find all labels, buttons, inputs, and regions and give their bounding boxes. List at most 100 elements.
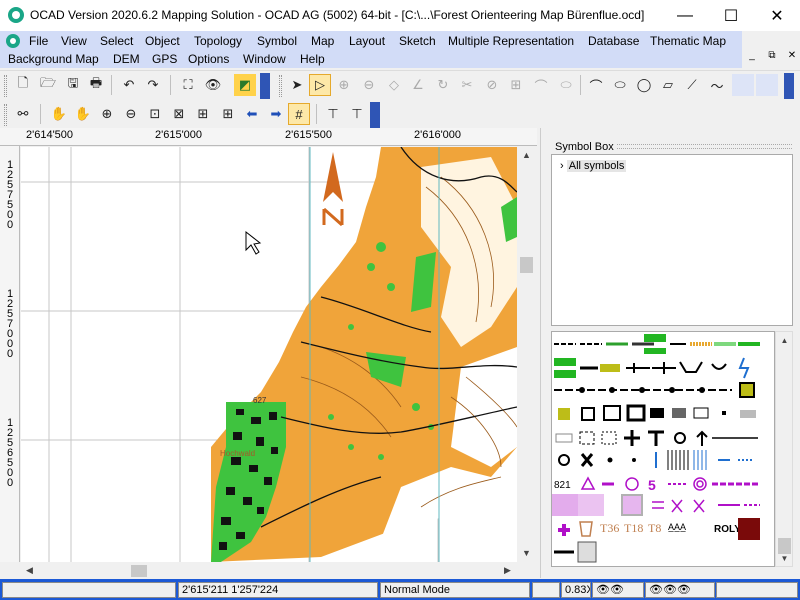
scroll-down-arrow-icon[interactable]: ▼ (518, 545, 535, 562)
print-icon[interactable]: 🖶 (85, 74, 107, 96)
toolbar-grip[interactable] (279, 75, 282, 97)
toolbar-grip[interactable] (4, 75, 7, 97)
layers-icon[interactable]: ◩ (234, 74, 256, 96)
ocad-app-icon[interactable] (8, 7, 24, 23)
menu-sketch[interactable]: Sketch (398, 32, 437, 50)
table2-icon[interactable]: ⊤ (346, 103, 368, 125)
new-file-icon[interactable]: 🗋 (12, 74, 34, 96)
pan-hand2-icon[interactable]: ✋ (72, 103, 94, 125)
zoom-in-icon[interactable]: ⊕ (96, 103, 118, 125)
symbol-purple-triangle (580, 476, 596, 490)
cut-icon[interactable]: ✂ (456, 74, 478, 96)
tree-node-label: All symbols (566, 160, 627, 172)
table-icon[interactable]: ⊤ (322, 103, 344, 125)
mdi-controls: _ ⧉ ✕ (742, 48, 800, 68)
menu-layout[interactable]: Layout (348, 32, 386, 50)
grid-icon[interactable]: # (288, 103, 310, 125)
tree-node-all-symbols[interactable]: › All symbols (560, 160, 627, 172)
scroll-up-arrow-icon[interactable]: ▲ (518, 147, 535, 164)
menu-view[interactable]: View (60, 32, 88, 50)
map-canvas[interactable]: 627 Hochwald (21, 147, 517, 562)
rectangle-icon[interactable]: ▱ (657, 74, 679, 96)
cut-hole-icon[interactable]: ⊘ (481, 74, 503, 96)
fullscreen-icon[interactable]: ⛶ (177, 74, 199, 96)
menu-thematic-map[interactable]: Thematic Map (649, 32, 727, 50)
edit-object-icon[interactable]: ▷ (309, 74, 331, 96)
freehand-icon[interactable]: 〜 (706, 74, 728, 96)
close-button[interactable]: ✕ (754, 0, 800, 31)
toolbar-extra2-icon[interactable] (756, 74, 778, 96)
ruler-x-label: 2'616'000 (414, 129, 462, 141)
menu-map[interactable]: Map (310, 32, 335, 50)
symbol-dot (632, 458, 636, 462)
menu-window[interactable]: Window (242, 50, 287, 68)
binoculars-icon[interactable]: ⚯ (12, 103, 34, 125)
scroll-right-arrow-icon[interactable]: ▶ (499, 562, 516, 579)
toolbar-overflow-button[interactable] (370, 102, 380, 128)
undo-icon[interactable]: ↶ (118, 74, 140, 96)
rotate-icon[interactable]: ↻ (432, 74, 454, 96)
pan-hand-icon[interactable]: ✋ (48, 103, 70, 125)
menu-gps[interactable]: GPS (151, 50, 178, 68)
north-arrow (322, 152, 344, 227)
menu-select[interactable]: Select (99, 32, 134, 50)
panel-grip[interactable] (617, 144, 792, 149)
back-arrow-icon[interactable]: ⬅ (241, 103, 263, 125)
mdi-restore-button[interactable]: ⧉ (764, 50, 780, 64)
menu-database[interactable]: Database (587, 32, 640, 50)
move-vertex-icon[interactable]: ◇ (383, 74, 405, 96)
toolbar-overflow-button[interactable] (260, 73, 270, 99)
save-icon[interactable]: 🖫 (62, 74, 84, 96)
map-vertical-scrollbar[interactable]: ▲ ▼ (517, 147, 537, 562)
toolbar-grip[interactable] (4, 104, 7, 126)
symbol-building-thick (626, 404, 646, 422)
mdi-minimize-button[interactable]: _ (744, 50, 760, 64)
status-view-toggles[interactable]: 👁👁 (592, 582, 644, 598)
ellipse-icon[interactable]: ⬭ (609, 74, 631, 96)
merge-icon[interactable]: ⊞ (505, 74, 527, 96)
menu-options[interactable]: Options (187, 50, 230, 68)
maximize-button[interactable]: ☐ (708, 0, 754, 31)
menu-multiple-representation[interactable]: Multiple Representation (447, 32, 575, 50)
symbol-purple-double-line (652, 501, 664, 509)
symbol-grid-drawing: 821 5 T36 T18 T8 A̲A̲A̲ ROLY (552, 334, 760, 563)
menu-topology[interactable]: Topology (193, 32, 243, 50)
menu-symbol[interactable]: Symbol (256, 32, 298, 50)
menu-dem[interactable]: DEM (112, 50, 141, 68)
pointer-icon[interactable]: ➤ (286, 74, 308, 96)
redo-icon[interactable]: ↷ (142, 74, 164, 96)
forward-arrow-icon[interactable]: ➡ (265, 103, 287, 125)
menu-file[interactable]: File (28, 32, 49, 50)
toolbar-overflow-button[interactable] (784, 73, 794, 99)
zoom-out-icon[interactable]: ⊖ (120, 103, 142, 125)
status-layer-toggles[interactable]: 👁👁👁 (645, 582, 715, 598)
add-vertex-icon[interactable]: ⊕ (333, 74, 355, 96)
scrollbar-thumb[interactable] (520, 257, 533, 273)
straight-corner-icon[interactable]: ∠ (407, 74, 429, 96)
scroll-left-arrow-icon[interactable]: ◀ (21, 562, 38, 579)
menu-help[interactable]: Help (299, 50, 326, 68)
circle-icon[interactable]: ◯ (633, 74, 655, 96)
curve-icon[interactable]: ⌒ (585, 74, 607, 96)
zoom-fit-icon[interactable]: ⊠ (168, 103, 190, 125)
zoom-page-icon[interactable]: ⊞ (217, 103, 239, 125)
symbol-grid-scrollbar[interactable]: ▲ ▼ (775, 331, 793, 567)
minimize-button[interactable]: — (662, 0, 708, 31)
menu-background-map[interactable]: Background Map (7, 50, 100, 68)
zoom-window-icon[interactable]: ⊡ (144, 103, 166, 125)
remove-vertex-icon[interactable]: ⊖ (358, 74, 380, 96)
shape-icon[interactable]: ⌒ (530, 74, 552, 96)
mdi-close-button[interactable]: ✕ (784, 50, 800, 64)
scroll-down-arrow-icon[interactable]: ▼ (776, 550, 793, 567)
scrollbar-thumb[interactable] (131, 565, 147, 577)
toolbar-extra-icon[interactable] (732, 74, 754, 96)
zoom-selection-icon[interactable]: ⊞ (192, 103, 214, 125)
map-horizontal-scrollbar[interactable]: ◀ ▶ (21, 562, 517, 579)
eye-icon[interactable]: 👁 (202, 74, 224, 96)
tree-expander-icon[interactable]: › (560, 160, 564, 172)
scroll-up-arrow-icon[interactable]: ▲ (776, 332, 793, 349)
line-icon[interactable]: ⟋ (681, 74, 703, 96)
open-folder-icon[interactable]: 🗁 (37, 74, 59, 96)
menu-object[interactable]: Object (144, 32, 181, 50)
join-icon[interactable]: ⬭ (555, 74, 577, 96)
